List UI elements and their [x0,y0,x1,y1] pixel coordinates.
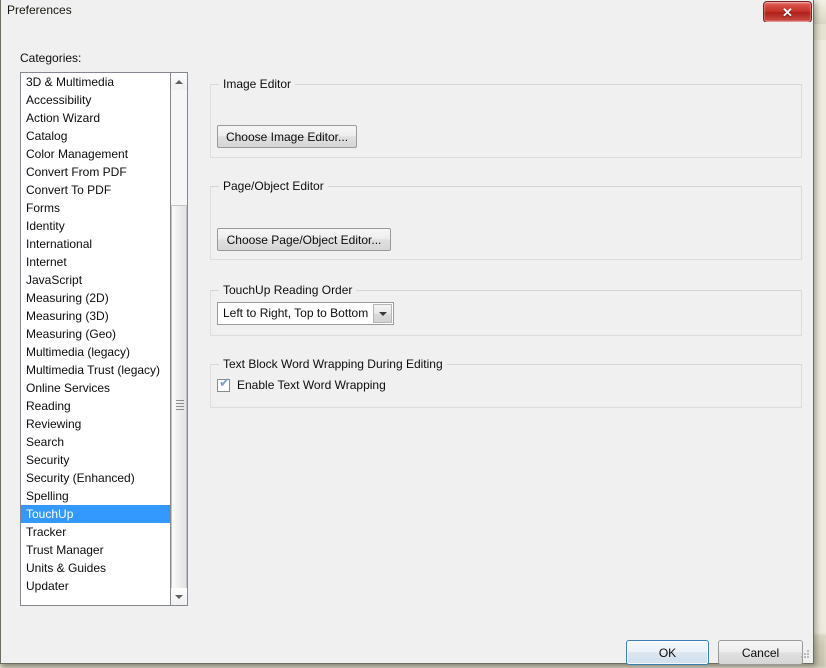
sidebar-item-touchup[interactable]: TouchUp [21,505,170,523]
sidebar-item-search[interactable]: Search [21,433,170,451]
sidebar-item-multimedia-legacy[interactable]: Multimedia (legacy) [21,343,170,361]
enable-word-wrap-checkbox[interactable]: ✔ [217,375,230,392]
sidebar-item-action-wizard[interactable]: Action Wizard [21,109,170,127]
preferences-dialog: Preferences ✕ Categories: 3D & Multimedi… [0,0,815,665]
cancel-button[interactable]: Cancel [718,640,803,665]
sidebar-item-javascript[interactable]: JavaScript [21,271,170,289]
triangle-down-glyph [175,594,183,599]
sidebar-item-measuring-2d[interactable]: Measuring (2D) [21,289,170,307]
triangle-down-glyph [378,311,387,316]
image-editor-legend: Image Editor [219,77,296,91]
dialog-client-area: Categories: 3D & Multimedia Accessibilit… [2,22,813,665]
enable-word-wrap-checkbox-row[interactable]: ✔ Enable Text Word Wrapping [217,376,386,394]
chevron-down-icon[interactable] [373,304,392,323]
sidebar-item-multimedia-trust-legacy[interactable]: Multimedia Trust (legacy) [21,361,170,379]
close-button[interactable]: ✕ [763,1,812,23]
page-object-editor-legend: Page/Object Editor [219,179,328,193]
resize-grip-icon[interactable] [799,648,811,660]
sidebar-item-forms[interactable]: Forms [21,199,170,217]
word-wrap-legend: Text Block Word Wrapping During Editing [219,357,447,371]
sidebar-item-units-guides[interactable]: Units & Guides [21,559,170,577]
sidebar-item-color-management[interactable]: Color Management [21,145,170,163]
scroll-up-arrow-icon[interactable] [171,73,187,90]
scrollbar-thumb[interactable] [171,205,187,605]
sidebar-item-international[interactable]: International [21,235,170,253]
sidebar-item-trust-manager[interactable]: Trust Manager [21,541,170,559]
choose-image-editor-button[interactable]: Choose Image Editor... [217,125,357,148]
close-icon: ✕ [782,4,793,20]
sidebar-item-reading[interactable]: Reading [21,397,170,415]
choose-page-object-editor-button[interactable]: Choose Page/Object Editor... [217,228,391,251]
scrollbar-track[interactable] [171,90,187,605]
sidebar-item-internet[interactable]: Internet [21,253,170,271]
sidebar-item-convert-to-pdf[interactable]: Convert To PDF [21,181,170,199]
sidebar-item-security[interactable]: Security [21,451,170,469]
categories-listbox[interactable]: 3D & Multimedia Accessibility Action Wiz… [20,72,171,606]
sidebar-item-reviewing[interactable]: Reviewing [21,415,170,433]
sidebar-item-accessibility[interactable]: Accessibility [21,91,170,109]
sidebar-item-catalog[interactable]: Catalog [21,127,170,145]
sidebar-item-convert-from-pdf[interactable]: Convert From PDF [21,163,170,181]
scrollbar-grip-icon [176,400,184,410]
window-title: Preferences [7,3,72,17]
sidebar-item-security-enhanced[interactable]: Security (Enhanced) [21,469,170,487]
title-bar: Preferences ✕ [1,0,815,23]
sidebar-item-online-services[interactable]: Online Services [21,379,170,397]
reading-order-select[interactable]: Left to Right, Top to Bottom [217,302,394,325]
enable-word-wrap-label: Enable Text Word Wrapping [237,378,386,392]
reading-order-legend: TouchUp Reading Order [219,283,357,297]
sidebar-item-measuring-3d[interactable]: Measuring (3D) [21,307,170,325]
sidebar-item-identity[interactable]: Identity [21,217,170,235]
sidebar-item-tracker[interactable]: Tracker [21,523,170,541]
checkmark-icon: ✔ [219,375,230,391]
sidebar-item-spelling[interactable]: Spelling [21,487,170,505]
ok-button[interactable]: OK [626,640,709,665]
sidebar-item-measuring-geo[interactable]: Measuring (Geo) [21,325,170,343]
categories-scrollbar[interactable] [171,72,188,606]
reading-order-selected-value: Left to Right, Top to Bottom [223,306,369,320]
scroll-down-arrow-icon[interactable] [171,588,187,605]
sidebar-item-3d-multimedia[interactable]: 3D & Multimedia [21,73,170,91]
sidebar-item-updater[interactable]: Updater [21,577,170,595]
triangle-up-glyph [175,79,183,84]
categories-label: Categories: [20,51,82,65]
